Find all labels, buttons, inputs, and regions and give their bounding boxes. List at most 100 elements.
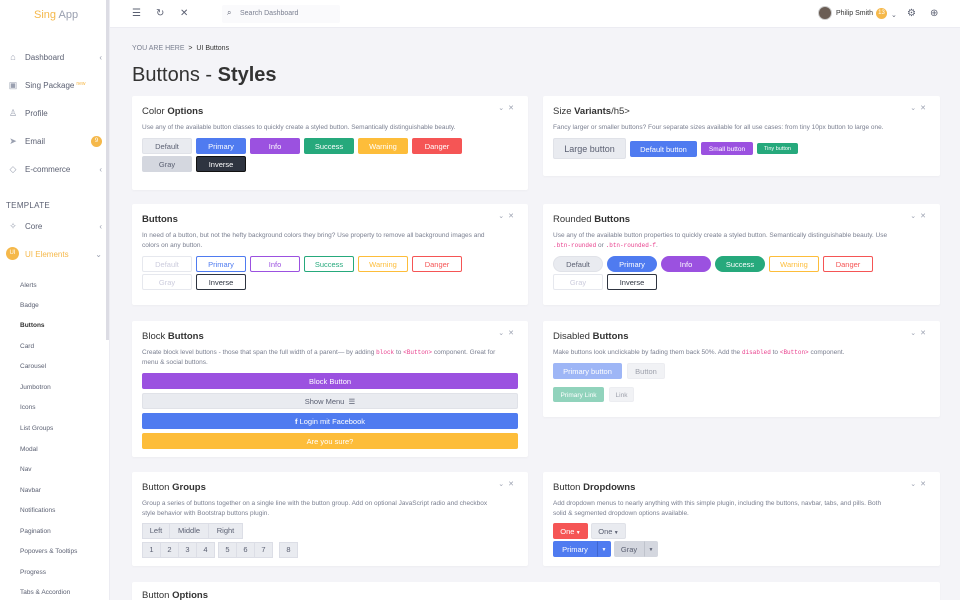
globe-icon[interactable]: ⊕ [930, 8, 938, 19]
card-controls[interactable]: ⌄✕ [498, 480, 518, 488]
sidebar-sub-buttons[interactable]: Buttons [20, 322, 45, 329]
card-title: Rounded Buttons [553, 214, 631, 225]
home-icon: ⌂ [10, 52, 16, 62]
sidebar-sub-pagination[interactable]: Pagination [20, 528, 51, 535]
rounded-default-button[interactable]: Default [553, 256, 603, 272]
sidebar-sub-navbar[interactable]: Navbar [20, 487, 41, 494]
sidebar-item-core[interactable]: ✧ Core ‹ [0, 216, 109, 236]
sidebar-item-ecommerce[interactable]: ◇ E-commerce ‹ [0, 159, 109, 179]
group-number-button[interactable]: 2 [160, 542, 179, 558]
rounded-gray-button[interactable]: Gray [553, 274, 603, 290]
sidebar-sub-badge[interactable]: Badge [20, 302, 39, 309]
dropdown-one-default-button[interactable]: One ▼ [591, 523, 626, 539]
dropdown-one-danger-button[interactable]: One ▼ [553, 523, 588, 539]
sidebar-sub-notifications[interactable]: Notifications [20, 507, 55, 514]
outline-inverse-button[interactable]: Inverse [196, 274, 246, 290]
sidebar-sub-alerts[interactable]: Alerts [20, 282, 37, 289]
disabled-link[interactable]: Link [609, 387, 634, 402]
sidebar-sub-tabs[interactable]: Tabs & Accordion [20, 589, 70, 596]
rounded-info-button[interactable]: Info [661, 256, 711, 272]
outline-warning-button[interactable]: Warning [358, 256, 408, 272]
group-number-button[interactable]: 4 [196, 542, 215, 558]
card-controls[interactable]: ⌄✕ [910, 480, 930, 488]
sidebar-item-dashboard[interactable]: ⌂ Dashboard ‹ [0, 47, 109, 67]
inverse-button[interactable]: Inverse [196, 156, 246, 172]
rounded-primary-button[interactable]: Primary [607, 256, 657, 272]
notification-badge[interactable]: 13 [876, 8, 887, 19]
gear-icon[interactable]: ⚙ [907, 8, 916, 19]
chevron-down-icon[interactable]: ⌄ [891, 10, 897, 21]
caret-down-icon[interactable]: ▼ [644, 541, 658, 557]
sidebar-sub-nav[interactable]: Nav [20, 466, 32, 473]
sidebar-sub-jumbotron[interactable]: Jumbotron [20, 384, 51, 391]
outline-info-button[interactable]: Info [250, 256, 300, 272]
chevron-left-icon: ‹ [99, 52, 102, 62]
tiny-button[interactable]: Tiny button [757, 143, 798, 154]
segmented-primary-button[interactable]: Primary [553, 541, 597, 557]
group-right-button[interactable]: Right [208, 523, 243, 539]
danger-button[interactable]: Danger [412, 138, 462, 154]
avatar[interactable] [818, 6, 832, 20]
sidebar-sub-list-groups[interactable]: List Groups [20, 425, 53, 432]
app-logo[interactable]: Sing App [34, 9, 78, 21]
sidebar-sub-popovers[interactable]: Popovers & Tooltips [20, 548, 77, 555]
sidebar-item-ui-elements[interactable]: UI UI Elements ⌄ [0, 244, 109, 264]
disabled-button[interactable]: Button [627, 363, 665, 379]
rounded-warning-button[interactable]: Warning [769, 256, 819, 272]
sidebar-sub-modal[interactable]: Modal [20, 446, 38, 453]
group-number-button[interactable]: 7 [254, 542, 273, 558]
default-button[interactable]: Default [142, 138, 192, 154]
close-icon[interactable]: ✕ [180, 8, 188, 19]
search-icon: ⌕ [227, 8, 232, 17]
sidebar-scrollbar[interactable] [106, 0, 109, 340]
sidebar-item-profile[interactable]: ♙ Profile [0, 103, 109, 123]
outline-default-button[interactable]: Default [142, 256, 192, 272]
block-button[interactable]: Block Button [142, 373, 518, 389]
sidebar-item-sing-package[interactable]: ▣ Sing Package new [0, 75, 109, 95]
menu-icon[interactable]: ☰ [132, 8, 141, 19]
card-controls[interactable]: ⌄✕ [498, 329, 518, 337]
rounded-success-button[interactable]: Success [715, 256, 765, 272]
info-button[interactable]: Info [250, 138, 300, 154]
user-name[interactable]: Philip Smith [836, 10, 873, 17]
sidebar-sub-carousel[interactable]: Carousel [20, 363, 46, 370]
group-number-button[interactable]: 6 [236, 542, 255, 558]
card-controls[interactable]: ⌄✕ [910, 212, 930, 220]
rounded-danger-button[interactable]: Danger [823, 256, 873, 272]
disabled-primary-button[interactable]: Primary button [553, 363, 622, 379]
small-button[interactable]: Small button [701, 142, 753, 155]
card-controls[interactable]: ⌄✕ [910, 104, 930, 112]
default-size-button[interactable]: Default button [630, 141, 697, 157]
outline-gray-button[interactable]: Gray [142, 274, 192, 290]
card-controls[interactable]: ⌄✕ [498, 212, 518, 220]
gray-button[interactable]: Gray [142, 156, 192, 172]
group-number-button[interactable]: 8 [279, 542, 298, 558]
show-menu-button[interactable]: Show Menu ☰ [142, 393, 518, 409]
primary-button[interactable]: Primary [196, 138, 246, 154]
refresh-icon[interactable]: ↻ [156, 8, 164, 19]
group-number-button[interactable]: 1 [142, 542, 161, 558]
group-number-button[interactable]: 3 [178, 542, 197, 558]
are-you-sure-button[interactable]: Are you sure? [142, 433, 518, 449]
large-button[interactable]: Large button [553, 138, 626, 159]
outline-primary-button[interactable]: Primary [196, 256, 246, 272]
sidebar-item-email[interactable]: ➤ Email 9 [0, 131, 109, 151]
caret-down-icon[interactable]: ▼ [597, 541, 611, 557]
rounded-inverse-button[interactable]: Inverse [607, 274, 657, 290]
sidebar-sub-card[interactable]: Card [20, 343, 34, 350]
segmented-gray-button[interactable]: Gray [614, 541, 644, 557]
card-controls[interactable]: ⌄✕ [910, 329, 930, 337]
group-middle-button[interactable]: Middle [169, 523, 209, 539]
search-input[interactable]: ⌕ Search Dashboard [222, 5, 340, 23]
disabled-primary-link[interactable]: Primary Link [553, 387, 604, 402]
outline-danger-button[interactable]: Danger [412, 256, 462, 272]
outline-success-button[interactable]: Success [304, 256, 354, 272]
card-controls[interactable]: ⌄✕ [498, 104, 518, 112]
group-left-button[interactable]: Left [142, 523, 170, 539]
success-button[interactable]: Success [304, 138, 354, 154]
warning-button[interactable]: Warning [358, 138, 408, 154]
facebook-login-button[interactable]: f Login mit Facebook [142, 413, 518, 429]
sidebar-sub-progress[interactable]: Progress [20, 569, 46, 576]
sidebar-sub-icons[interactable]: Icons [20, 404, 36, 411]
group-number-button[interactable]: 5 [218, 542, 237, 558]
